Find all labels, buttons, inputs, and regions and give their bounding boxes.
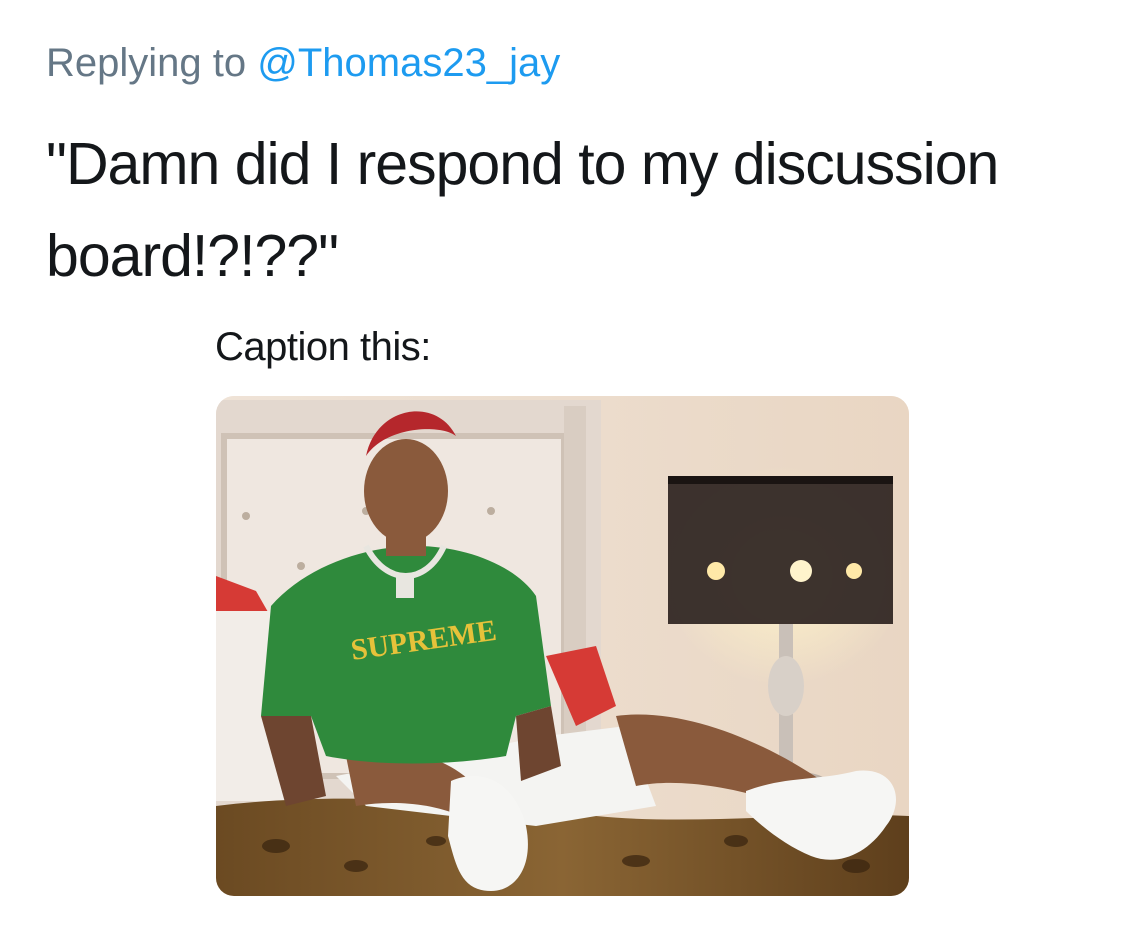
replying-to-line: Replying to @Thomas23_jay — [46, 38, 560, 88]
replying-to-label: Replying to — [46, 41, 247, 85]
tweet-media-image[interactable]: SUPREME — [216, 396, 909, 896]
reply-handle-link[interactable]: @Thomas23_jay — [257, 41, 560, 85]
photo-illustration: SUPREME — [216, 396, 909, 896]
media-caption: Caption this: — [215, 325, 431, 369]
tweet-text: "Damn did I respond to my discussion boa… — [46, 131, 999, 289]
